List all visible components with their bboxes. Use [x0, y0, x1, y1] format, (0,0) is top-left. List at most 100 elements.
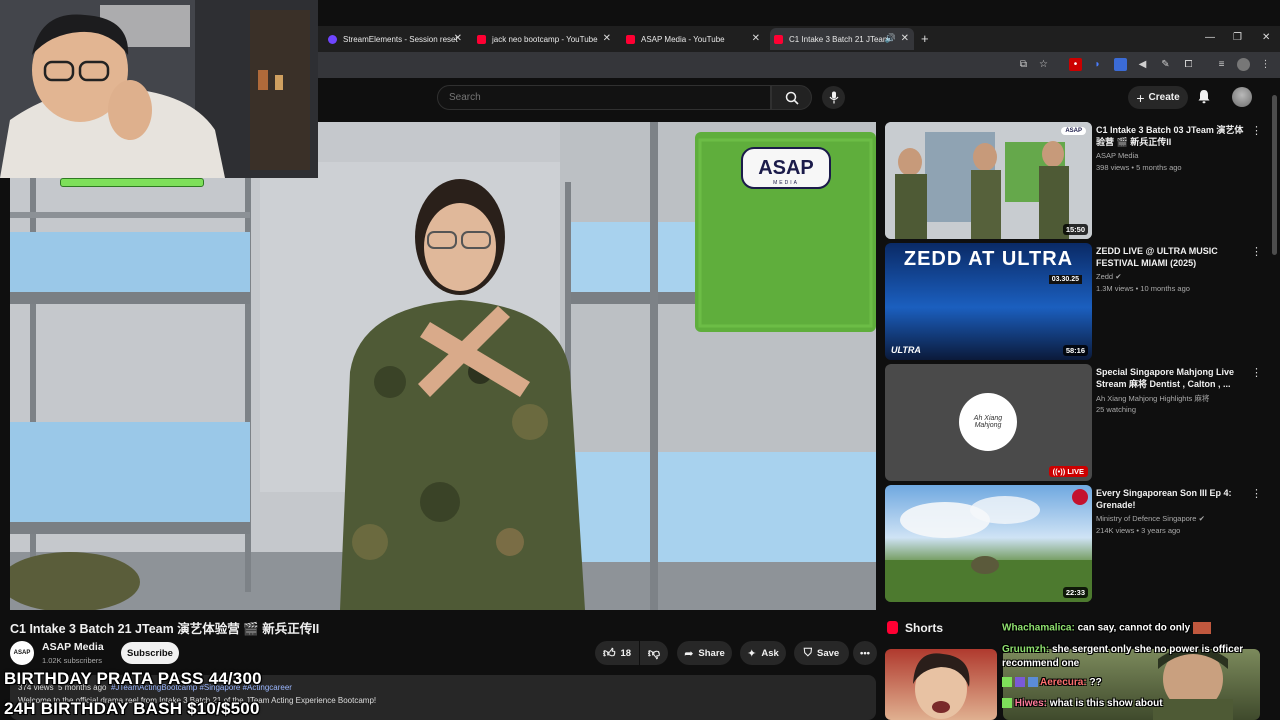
voice-search-button[interactable]	[822, 86, 845, 109]
chat-message: Whachamalica: can say, cannot do only	[1002, 622, 1211, 634]
chat-username: Hiwes:	[1014, 698, 1048, 709]
chat-text: she sergent only she no power is officer	[1052, 644, 1244, 655]
mahjong-logo-line2: Mahjong	[974, 422, 1002, 429]
save-button[interactable]: ⛉ Save	[794, 641, 849, 665]
create-button[interactable]: + Create	[1128, 86, 1188, 109]
tab-title: jack neo bootcamp - YouTube	[492, 34, 598, 44]
chat-badge-icon	[1002, 698, 1012, 709]
page-scrollbar[interactable]	[1272, 95, 1277, 255]
rec-meta: 398 views • 5 months ago	[1096, 163, 1182, 172]
rec-thumbnail[interactable]: ZEDD AT ULTRA 03.30.25 ULTRA 58:16	[885, 243, 1092, 360]
browser-tab-jack-neo[interactable]: jack neo bootcamp - YouTube ✕	[477, 30, 611, 48]
more-actions-button[interactable]: •••	[853, 641, 877, 665]
thumbs-up-icon: 👍︎	[602, 645, 616, 660]
search-box[interactable]	[437, 85, 771, 110]
duration-badge: 15:50	[1062, 224, 1088, 235]
rec-meta: 25 watching	[1096, 405, 1137, 414]
subscribe-button[interactable]: Subscribe	[121, 642, 179, 664]
bookmark-star-icon[interactable]: ☆	[1037, 58, 1050, 71]
video-frame-scene: ASAP MEDIA	[10, 122, 876, 610]
tab-title: ASAP Media - YouTube	[641, 34, 725, 44]
like-button[interactable]: 👍︎ 18	[595, 641, 639, 665]
sparkle-icon: ✦	[747, 647, 757, 660]
chat-username: Whachamalica:	[1002, 622, 1075, 634]
media-control-icon[interactable]: ≡	[1215, 58, 1228, 71]
close-tab-icon[interactable]: ✕	[752, 33, 760, 44]
browser-tab-asap-media[interactable]: ASAP Media - YouTube ✕	[626, 30, 760, 48]
rec-title[interactable]: ZEDD LIVE @ ULTRA MUSIC FESTIVAL MIAMI (…	[1096, 245, 1248, 269]
duration-badge: 22:33	[1062, 587, 1088, 598]
ask-button[interactable]: ✦ Ask	[740, 641, 786, 665]
short-thumbnail[interactable]	[885, 649, 997, 720]
zedd-banner-text: ZEDD AT ULTRA	[903, 248, 1074, 270]
rec-meta: 214K views • 3 years ago	[1096, 526, 1181, 535]
profile-avatar-icon[interactable]	[1237, 58, 1250, 71]
search-button[interactable]	[771, 85, 812, 110]
rec-thumbnail[interactable]: 22:33	[885, 485, 1092, 602]
mahjong-logo-icon: Ah Xiang Mahjong	[959, 393, 1017, 451]
restore-icon[interactable]: ❐	[1233, 32, 1242, 43]
more-vert-icon[interactable]: ⋮	[1251, 487, 1262, 500]
close-tab-icon[interactable]: ✕	[454, 33, 462, 44]
chat-message: Gruumzh: she sergent only she no power i…	[1002, 644, 1243, 655]
live-broadcast-icon: ((•))	[1052, 467, 1066, 476]
share-button[interactable]: ➦ Share	[677, 641, 732, 665]
chat-badge-icon	[1014, 677, 1025, 688]
rec-channel[interactable]: ASAP Media	[1096, 151, 1138, 160]
rec-thumbnail[interactable]: ASAP 15:50	[885, 122, 1092, 239]
notifications-button[interactable]	[1197, 89, 1211, 109]
stream-overlay-prata-pass: BIRTHDAY PRATA PASS 44/300	[4, 669, 262, 688]
tab-title: StreamElements - Session reset	[343, 34, 458, 44]
rec-channel[interactable]: Ah Xiang Mahjong Highlights 麻将	[1096, 393, 1209, 404]
mindef-logo-icon	[1072, 489, 1088, 505]
live-badge-label: LIVE	[1067, 467, 1084, 476]
chat-message: Hiwes: what is this show about	[1002, 698, 1163, 709]
extensions-puzzle-icon[interactable]: ⧠	[1182, 58, 1195, 71]
close-tab-icon[interactable]: ✕	[901, 33, 909, 44]
extension-blue-icon[interactable]: ◗	[1091, 58, 1104, 71]
video-title: C1 Intake 3 Batch 21 JTeam 演艺体验营 🎬 新兵正传I…	[10, 622, 320, 636]
rec-title[interactable]: Every Singaporean Son III Ep 4: Grenade!	[1096, 487, 1248, 511]
youtube-favicon-icon	[774, 34, 783, 44]
chat-text: can say, cannot do only	[1077, 622, 1191, 634]
share-arrow-icon: ➦	[684, 647, 694, 660]
extension-speaker-icon[interactable]: ◀	[1136, 58, 1149, 71]
live-badge: ((•)) LIVE	[1048, 466, 1088, 477]
browser-tab-streamelements[interactable]: StreamElements - Session reset ✕	[328, 30, 462, 48]
more-vert-icon[interactable]: ⋮	[1251, 245, 1262, 258]
account-avatar[interactable]	[1232, 87, 1252, 107]
rec-title[interactable]: C1 Intake 3 Batch 03 JTeam 演艺体验营 🎬 新兵正传I…	[1096, 124, 1248, 148]
rec-channel[interactable]: Zedd ✔	[1096, 272, 1122, 281]
rec-channel[interactable]: Ministry of Defence Singapore ✔	[1096, 514, 1205, 523]
rec-title[interactable]: Special Singapore Mahjong Live Stream 麻将…	[1096, 366, 1248, 390]
chat-text: ??	[1089, 677, 1102, 688]
rec-thumbnail[interactable]: Ah Xiang Mahjong ((•)) LIVE	[885, 364, 1092, 481]
microphone-icon	[829, 91, 838, 104]
cast-icon[interactable]: ⧉	[1017, 58, 1030, 71]
close-tab-icon[interactable]: ✕	[603, 33, 611, 44]
bookmark-icon: ⛉	[803, 646, 813, 659]
video-player[interactable]: ASAP MEDIA	[10, 122, 876, 610]
browser-tab-active[interactable]: C1 Intake 3 Batch 21 JTeam 🔊 ✕	[770, 28, 914, 50]
window-close-icon[interactable]: ✕	[1262, 32, 1270, 43]
youtube-favicon-icon	[477, 34, 486, 44]
new-tab-icon[interactable]: +	[921, 31, 929, 46]
minimize-icon[interactable]: —	[1205, 32, 1215, 43]
extension-pen-icon[interactable]: ✎	[1159, 58, 1172, 71]
channel-name[interactable]: ASAP Media	[42, 641, 104, 653]
channel-avatar[interactable]: ASAP	[10, 641, 34, 665]
duration-badge: 58:16	[1062, 345, 1088, 356]
verified-icon: ✔	[1115, 272, 1122, 281]
speaker-icon[interactable]: 🔊	[885, 33, 896, 44]
browser-menu-icon[interactable]: ⋮	[1259, 58, 1272, 71]
more-horiz-icon: •••	[860, 647, 870, 659]
dislike-button[interactable]: 👎︎	[640, 641, 668, 665]
extension-red-icon[interactable]: •	[1069, 58, 1082, 71]
more-vert-icon[interactable]: ⋮	[1251, 124, 1262, 137]
extension-badge-icon[interactable]	[1114, 58, 1127, 71]
more-vert-icon[interactable]: ⋮	[1251, 366, 1262, 379]
plus-icon: +	[1136, 89, 1145, 106]
search-input[interactable]	[447, 91, 770, 104]
stream-overlay-birthday-bash: 24H BIRTHDAY BASH $10/$500	[4, 699, 260, 718]
subscriber-count: 1.02K subscribers	[42, 656, 103, 665]
